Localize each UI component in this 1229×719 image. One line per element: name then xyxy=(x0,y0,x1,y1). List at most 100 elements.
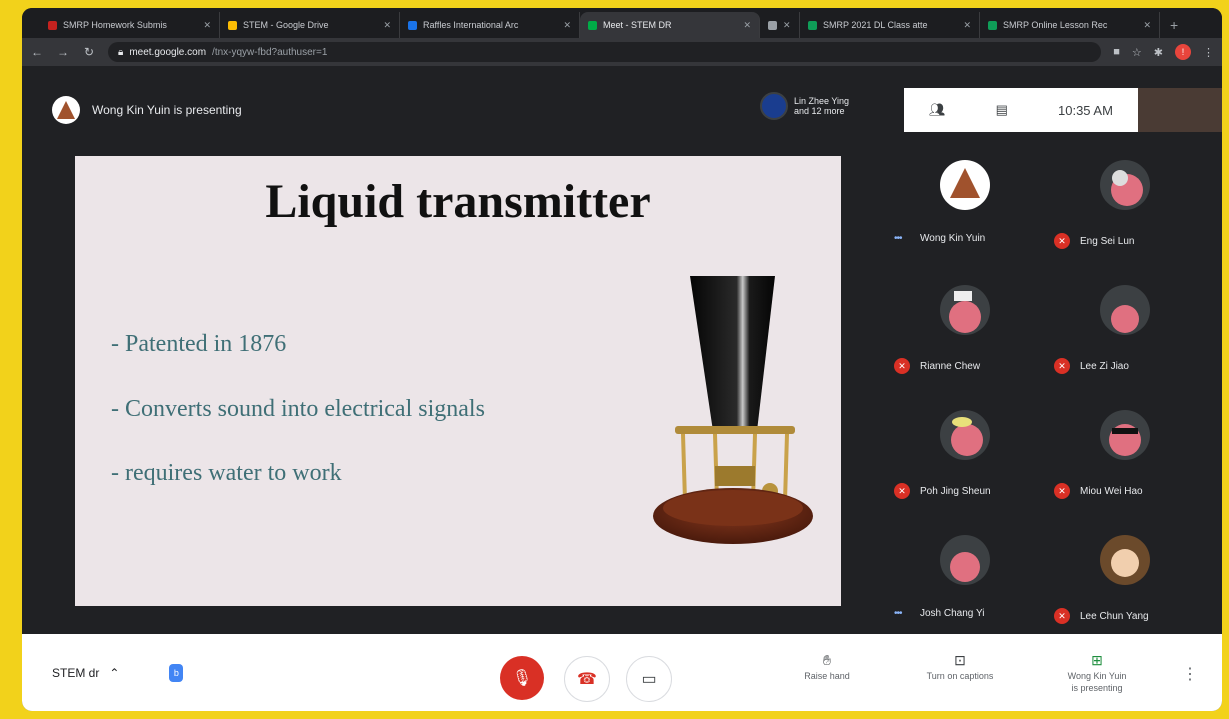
participant-name: Wong Kin Yuin xyxy=(920,233,986,244)
new-tab-icon[interactable]: + xyxy=(1160,12,1188,38)
tab-attendance[interactable]: SMRP 2021 DL Class atte ✕ xyxy=(800,12,980,38)
speaking-indicator-icon: ••• xyxy=(894,233,903,244)
forward-icon[interactable]: → xyxy=(56,45,70,59)
participant-avatar xyxy=(940,285,990,335)
meeting-details[interactable]: STEM dr ⌃ b xyxy=(52,664,184,682)
participant-tile[interactable]: ✕ Lee Zi Jiao xyxy=(1042,273,1202,393)
tab-label: SMRP 2021 DL Class atte xyxy=(823,20,928,30)
participant-avatar xyxy=(940,160,990,210)
captions-button[interactable]: ⊡ Turn on captions xyxy=(915,652,1005,682)
meet-controls-bar: STEM dr ⌃ b 🎙︎ ☎︎ ▭ ✋︎ Raise hand ⊡ Turn o… xyxy=(22,634,1222,711)
meet-favicon-icon xyxy=(588,20,597,30)
slide-title: Liquid transmitter xyxy=(265,175,651,228)
presentation-slide: Liquid transmitter - Patented in 1876 - … xyxy=(75,156,841,606)
lock-icon: 🔒︎ xyxy=(118,46,124,58)
hand-icon: ✋︎ xyxy=(823,652,831,668)
tab-label: SMRP Online Lesson Rec xyxy=(1003,20,1108,30)
joined-name: Lin Zhee Ying xyxy=(794,96,850,106)
gmail-favicon-icon xyxy=(48,20,57,30)
site-favicon-icon xyxy=(768,20,777,30)
captions-icon: ⊡ xyxy=(954,652,966,668)
meet-top-bar: Wong Kin Yuin is presenting Lin Zhee Yin… xyxy=(22,66,1222,132)
self-view-thumbnail[interactable] xyxy=(1138,88,1222,132)
mic-off-icon: ✕ xyxy=(1054,358,1070,374)
participant-avatar xyxy=(1100,410,1150,460)
top-right-controls: 👥︎ ▤ 10:35 AM xyxy=(904,88,1138,132)
participant-tile[interactable]: ••• Wong Kin Yuin xyxy=(882,148,1042,268)
profile-avatar[interactable]: ! xyxy=(1175,44,1191,60)
tab-bar: SMRP Homework Submis ✕ STEM - Google Driv… xyxy=(22,8,1222,38)
participant-avatar xyxy=(1100,160,1150,210)
participant-tile[interactable]: ✕ Miou Wei Hao xyxy=(1042,398,1202,518)
raise-hand-button[interactable]: ✋︎ Raise hand xyxy=(782,652,872,682)
joined-notification[interactable]: Lin Zhee Ying and 12 more xyxy=(760,92,849,120)
close-icon[interactable]: ✕ xyxy=(783,20,791,31)
leave-call-button[interactable]: ☎︎ xyxy=(564,656,610,702)
participant-avatar xyxy=(940,535,990,585)
tab-label: SMRP Homework Submis xyxy=(63,20,167,30)
browser-window: SMRP Homework Submis ✕ STEM - Google Driv… xyxy=(22,8,1222,711)
menu-kebab-icon[interactable]: ⋮ xyxy=(1203,46,1214,59)
participant-tile[interactable]: ✕ Poh Jing Sheun xyxy=(882,398,1042,518)
participant-tile[interactable]: ✕ Eng Sei Lun xyxy=(1042,148,1202,268)
mic-off-icon: 🎙︎ xyxy=(511,670,533,687)
camera-toggle-button[interactable]: ▭ xyxy=(626,656,672,702)
participant-name: Lee Chun Yang xyxy=(1080,610,1149,622)
participant-tile[interactable]: ✕ Rianne Chew xyxy=(882,273,1042,393)
back-icon[interactable]: ← xyxy=(30,45,44,59)
captions-label: Turn on captions xyxy=(926,671,994,681)
url-input[interactable]: 🔒︎ meet.google.com/tnx-yqyw-fbd?authuser… xyxy=(108,42,1102,62)
shield-icon[interactable]: b xyxy=(169,664,184,682)
participant-avatar xyxy=(1100,285,1150,335)
close-icon[interactable]: ✕ xyxy=(383,20,391,31)
mic-off-icon: ✕ xyxy=(1054,608,1070,624)
presenting-button[interactable]: ⊞ Wong Kin Yuin is presenting xyxy=(1052,652,1142,694)
participant-tile[interactable]: ••• Josh Chang Yi xyxy=(882,523,1042,643)
site-favicon-icon xyxy=(408,20,417,30)
joined-more: and 12 more xyxy=(794,106,845,116)
raise-hand-label: Raise hand xyxy=(804,671,850,681)
phone-hangup-icon: ☎︎ xyxy=(577,671,597,688)
tab-raffles[interactable]: Raffles International Arc ✕ xyxy=(400,12,580,38)
participant-name: Josh Chang Yi xyxy=(920,608,985,619)
sheets-favicon-icon xyxy=(808,20,817,30)
drive-favicon-icon xyxy=(228,20,237,30)
close-icon[interactable]: ✕ xyxy=(563,20,571,31)
extensions-icon[interactable]: ✱ xyxy=(1154,46,1163,59)
camera-icon[interactable]: ■ xyxy=(1113,46,1120,58)
reload-icon[interactable]: ↻ xyxy=(82,45,96,59)
chat-icon[interactable]: ▤ xyxy=(996,102,1008,118)
close-icon[interactable]: ✕ xyxy=(203,20,211,31)
present-screen-icon: ⊞ xyxy=(1091,652,1103,668)
more-options-icon[interactable]: ⋮ xyxy=(1182,664,1198,684)
chevron-up-icon[interactable]: ⌃ xyxy=(109,666,119,680)
close-icon[interactable]: ✕ xyxy=(743,20,751,31)
presenting-name: Wong Kin Yuin xyxy=(1067,671,1127,681)
mic-off-icon: ✕ xyxy=(894,358,910,374)
tab-pinned[interactable]: ✕ xyxy=(760,12,800,38)
clock: 10:35 AM xyxy=(1058,102,1113,118)
meeting-name: STEM dr xyxy=(52,666,100,680)
url-path: /tnx-yqyw-fbd?authuser=1 xyxy=(212,46,328,58)
presenter-avatar xyxy=(52,96,80,124)
presenting-status: is presenting xyxy=(1071,683,1123,693)
mic-toggle-button[interactable]: 🎙︎ xyxy=(500,656,544,700)
mic-off-icon: ✕ xyxy=(894,483,910,499)
close-icon[interactable]: ✕ xyxy=(963,20,971,31)
speaking-indicator-icon: ••• xyxy=(894,608,903,619)
tab-homework[interactable]: SMRP Homework Submis ✕ xyxy=(40,12,220,38)
tab-drive[interactable]: STEM - Google Drive ✕ xyxy=(220,12,400,38)
mic-off-icon: ✕ xyxy=(1054,483,1070,499)
participant-tile[interactable]: ✕ Lee Chun Yang xyxy=(1042,523,1202,643)
tab-lesson-rec[interactable]: SMRP Online Lesson Rec ✕ xyxy=(980,12,1160,38)
people-icon[interactable]: 👥︎ xyxy=(929,102,946,118)
address-bar: ← → ↻ 🔒︎ meet.google.com/tnx-yqyw-fbd?au… xyxy=(22,38,1222,66)
slide-bullet: - Converts sound into electrical signals xyxy=(111,396,485,422)
tab-meet[interactable]: Meet - STEM DR ✕ xyxy=(580,12,760,38)
bookmark-star-icon[interactable]: ☆ xyxy=(1132,46,1142,59)
close-icon[interactable]: ✕ xyxy=(1143,20,1151,31)
mic-off-icon: ✕ xyxy=(1054,233,1070,249)
presenting-label: Wong Kin Yuin is presenting xyxy=(92,103,242,117)
camera-icon: ▭ xyxy=(641,671,657,688)
url-host: meet.google.com xyxy=(129,46,207,58)
